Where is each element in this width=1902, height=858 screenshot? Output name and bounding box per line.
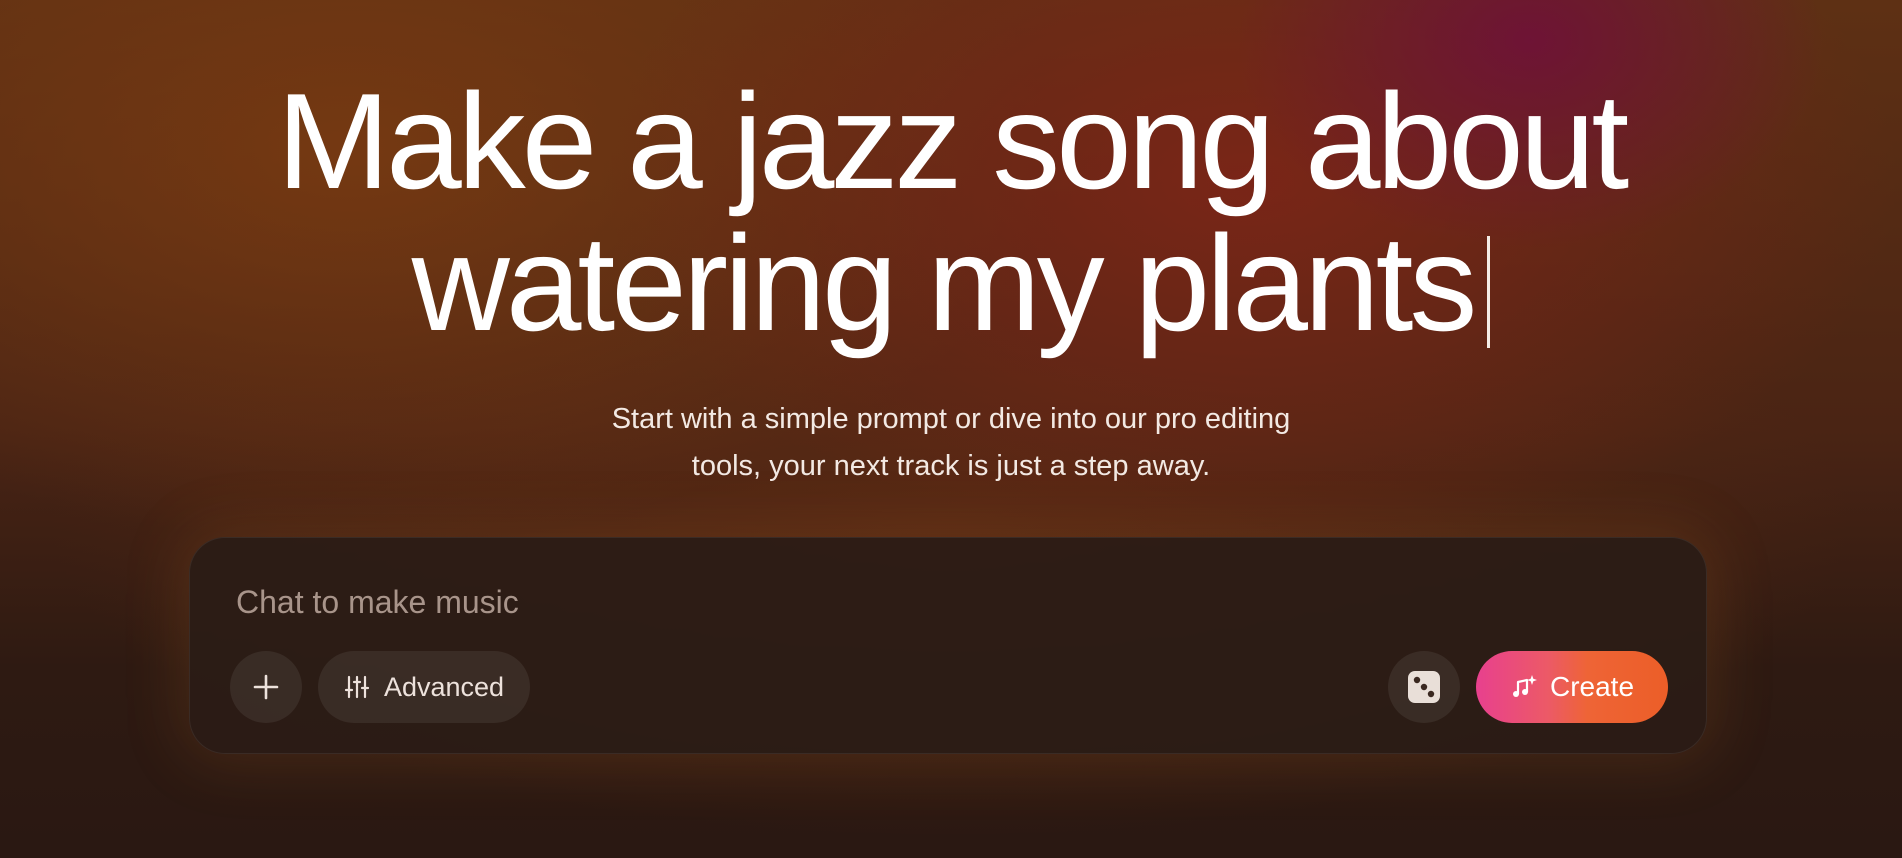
subtitle: Start with a simple prompt or dive into … — [0, 396, 1902, 490]
create-button[interactable]: Create — [1476, 651, 1668, 723]
chat-composer: Advanced Create — [189, 537, 1707, 754]
chat-input[interactable] — [236, 580, 1536, 624]
sliders-icon — [344, 674, 370, 700]
add-button[interactable] — [230, 651, 302, 723]
hero: Make a jazz song about watering my plant… — [0, 70, 1902, 354]
headline-line-2-text: watering my plants — [411, 207, 1478, 359]
music-note-sparkle-icon — [1510, 673, 1538, 701]
create-label: Create — [1549, 671, 1635, 702]
subtitle-line-1: Start with a simple prompt or dive into … — [611, 403, 1291, 435]
advanced-label: Advanced — [383, 671, 505, 702]
advanced-button[interactable]: Advanced — [318, 651, 530, 723]
random-prompt-button[interactable] — [1388, 651, 1460, 723]
text-caret — [1487, 236, 1491, 348]
plus-icon — [252, 673, 280, 701]
headline-line-2: watering my plants — [0, 212, 1902, 354]
dice-icon — [1407, 670, 1441, 704]
subtitle-line-2: tools, your next track is just a step aw… — [691, 450, 1211, 482]
headline-line-1: Make a jazz song about — [276, 65, 1629, 217]
headline: Make a jazz song about watering my plant… — [0, 70, 1902, 354]
